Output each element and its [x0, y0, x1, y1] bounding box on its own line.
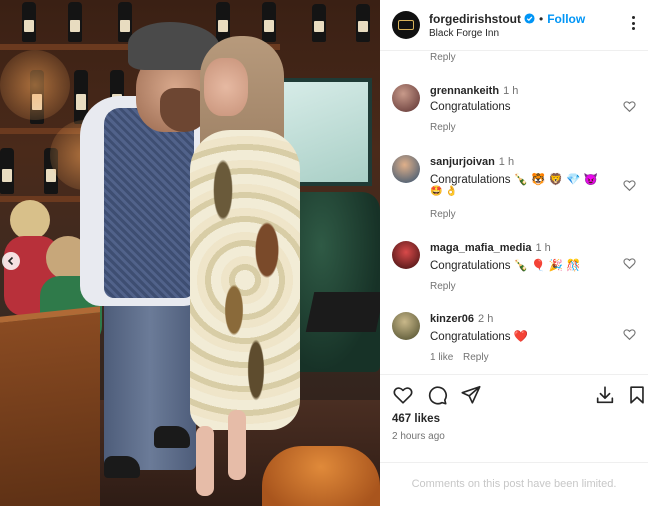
- side-table: [305, 292, 380, 332]
- like-heart-icon[interactable]: [392, 384, 414, 406]
- woman-leg: [228, 410, 246, 480]
- likes-count[interactable]: 467 likes: [392, 413, 440, 425]
- commenter-avatar[interactable]: [392, 84, 420, 112]
- follow-button[interactable]: Follow: [547, 12, 585, 26]
- commenter-username[interactable]: kinzer06: [430, 313, 474, 325]
- post-actions: [380, 384, 648, 410]
- post-timestamp: 2 hours ago: [392, 431, 445, 442]
- shelf: [0, 44, 140, 50]
- header-divider: [380, 50, 648, 51]
- shoe: [104, 456, 140, 478]
- commenter-username[interactable]: sanjurjoivan: [430, 156, 495, 168]
- more-options-icon[interactable]: [626, 16, 640, 30]
- share-icon[interactable]: [460, 384, 482, 406]
- bottle: [356, 4, 370, 42]
- woman-leg: [196, 426, 214, 496]
- comment-text: Congratulations ❤️: [430, 331, 529, 343]
- comment-header: maga_mafia_media 1 h: [430, 242, 551, 254]
- reply-button[interactable]: Reply: [430, 209, 456, 220]
- verified-badge-icon: [524, 13, 535, 24]
- post-photo: [0, 0, 380, 506]
- chevron-left-icon: [7, 256, 14, 266]
- comment-text-continued: 🤩 👌: [430, 186, 458, 197]
- orange-chair: [262, 446, 380, 506]
- bottle: [312, 4, 326, 42]
- footer-divider: [380, 462, 648, 463]
- heart-icon[interactable]: [623, 328, 636, 341]
- separator-dot: •: [539, 11, 544, 26]
- reply-button[interactable]: Reply: [430, 122, 456, 133]
- comment-time: 2 h: [478, 313, 494, 325]
- woman-face: [204, 58, 248, 116]
- actions-divider: [380, 374, 648, 375]
- comment-header: kinzer06 2 h: [430, 313, 493, 325]
- reply-button[interactable]: Reply: [430, 52, 456, 63]
- comment-icon[interactable]: [426, 384, 448, 406]
- woman-dress: [190, 130, 300, 430]
- commenter-avatar[interactable]: [392, 241, 420, 269]
- heart-icon[interactable]: [623, 100, 636, 113]
- commenter-avatar[interactable]: [392, 155, 420, 183]
- post-side-panel: forgedirishstout • Follow Black Forge In…: [380, 0, 648, 506]
- shelf-light: [0, 50, 70, 120]
- comment-time: 1 h: [498, 156, 515, 168]
- download-icon[interactable]: [594, 384, 616, 406]
- bottle: [22, 2, 36, 42]
- reply-button[interactable]: Reply: [463, 352, 489, 363]
- heart-icon[interactable]: [623, 179, 636, 192]
- bottle: [68, 2, 82, 42]
- comment-text: Congratulations 🍾 🐯 🦁 💎 😈: [430, 174, 599, 186]
- reply-button[interactable]: Reply: [430, 281, 456, 292]
- comment-time: 1 h: [535, 242, 551, 254]
- brand-logo: [398, 20, 414, 30]
- location-link[interactable]: Black Forge Inn: [429, 28, 585, 39]
- author-info: forgedirishstout • Follow Black Forge In…: [429, 12, 585, 39]
- comment-like-count[interactable]: 1 like: [430, 352, 453, 363]
- heart-icon[interactable]: [623, 257, 636, 270]
- carousel-previous-button[interactable]: [2, 252, 20, 270]
- comment-header: grennankeith 1 h: [430, 85, 518, 97]
- man-vest: [104, 108, 194, 298]
- bookmark-icon[interactable]: [626, 384, 648, 406]
- commenter-username[interactable]: grennankeith: [430, 85, 499, 97]
- bar-counter: [0, 306, 100, 506]
- post-header: forgedirishstout • Follow Black Forge In…: [380, 0, 648, 50]
- bottle: [0, 148, 14, 194]
- author-avatar[interactable]: [392, 11, 420, 39]
- comment-text: Congratulations: [430, 101, 511, 113]
- bottle: [262, 2, 276, 42]
- commenter-avatar[interactable]: [392, 312, 420, 340]
- commenter-username[interactable]: maga_mafia_media: [430, 242, 532, 254]
- comment-time: 1 h: [503, 85, 519, 97]
- comment-text: Congratulations 🍾 🎈 🎉 🎊: [430, 260, 581, 272]
- comments-limited-notice: Comments on this post have been limited.: [411, 478, 617, 490]
- author-line: forgedirishstout • Follow: [429, 12, 585, 26]
- comment-header: sanjurjoivan 1 h: [430, 156, 514, 168]
- shoe: [154, 426, 190, 448]
- child-head: [10, 200, 50, 240]
- author-username[interactable]: forgedirishstout: [429, 12, 521, 26]
- bottle: [216, 2, 230, 42]
